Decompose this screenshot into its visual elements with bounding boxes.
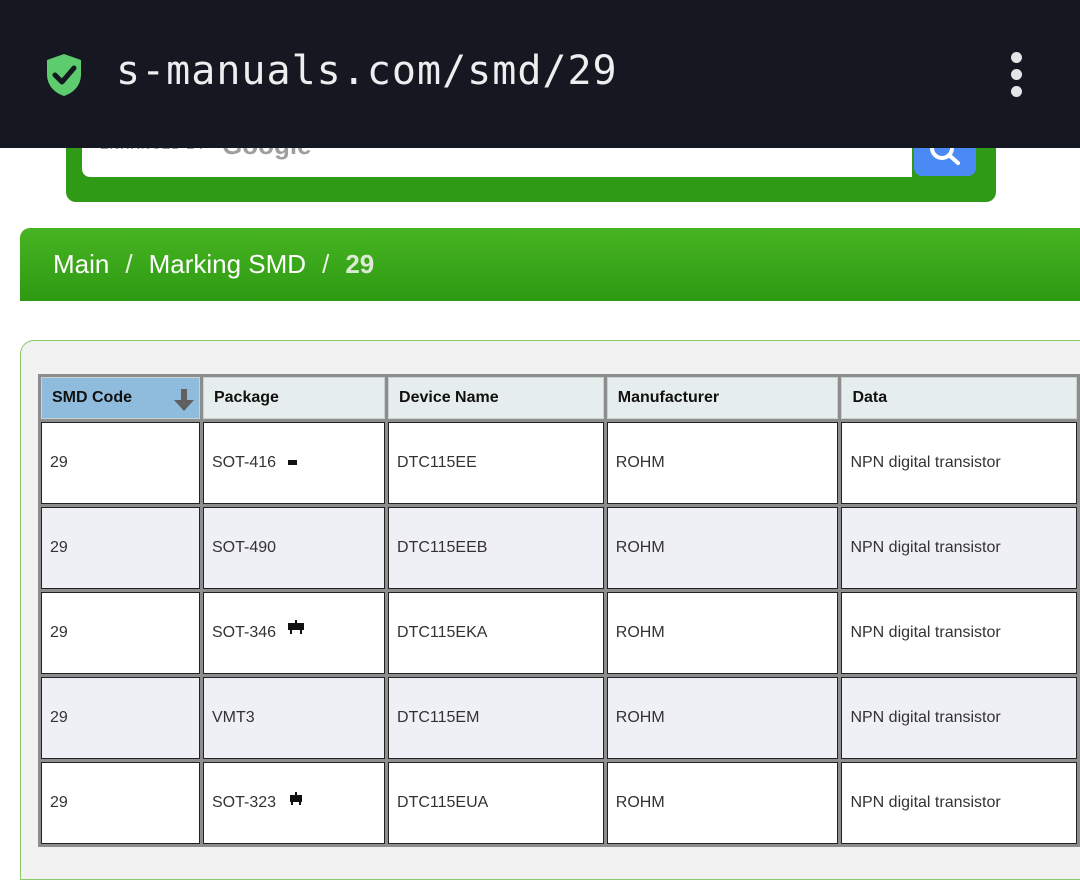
browser-toolbar: s-manuals.com/smd/29 bbox=[0, 0, 1080, 148]
cell-smd-code: 29 bbox=[41, 677, 200, 759]
address-bar-url[interactable]: s-manuals.com/smd/29 bbox=[116, 48, 618, 94]
column-header-smd-code[interactable]: SMD Code bbox=[41, 377, 200, 419]
cell-device-name[interactable]: DTC115EE bbox=[388, 422, 604, 504]
cell-package[interactable]: SOT-416 bbox=[202, 422, 386, 504]
cell-manufacturer: ROHM bbox=[606, 762, 839, 844]
cell-device-name[interactable]: DTC115EKA bbox=[388, 592, 604, 674]
cell-package[interactable]: VMT3 bbox=[202, 677, 386, 759]
more-vertical-icon[interactable] bbox=[1005, 52, 1029, 100]
cell-data: NPN digital transistor bbox=[841, 592, 1077, 674]
smd-results-table: SMD Code Package Device Name Manufacture… bbox=[38, 374, 1080, 847]
cell-manufacturer: ROHM bbox=[606, 422, 839, 504]
shield-check-icon[interactable] bbox=[44, 52, 84, 98]
table-row[interactable]: 29 SOT-346 DTC115EKA ROHM NPN digital tr… bbox=[41, 592, 1077, 674]
breadcrumb-separator: / bbox=[322, 249, 330, 279]
cell-manufacturer: ROHM bbox=[606, 677, 839, 759]
cell-smd-code: 29 bbox=[41, 762, 200, 844]
cell-device-name[interactable]: DTC115EM bbox=[388, 677, 604, 759]
column-header-manufacturer[interactable]: Manufacturer bbox=[606, 377, 839, 419]
table-row[interactable]: 29 VMT3 DTC115EM ROHM NPN digital transi… bbox=[41, 677, 1077, 759]
cell-package[interactable]: SOT-490 bbox=[202, 507, 386, 589]
table-row[interactable]: 29 SOT-323 DTC115EUA ROHM NPN digital tr… bbox=[41, 762, 1077, 844]
cell-manufacturer: ROHM bbox=[606, 507, 839, 589]
breadcrumb: Main / Marking SMD / 29 bbox=[20, 228, 1080, 301]
cell-device-name[interactable]: DTC115EUA bbox=[388, 762, 604, 844]
table-row[interactable]: 29 SOT-416 DTC115EE ROHM NPN digital tra… bbox=[41, 422, 1077, 504]
cell-data: NPN digital transistor bbox=[841, 422, 1077, 504]
cell-data: NPN digital transistor bbox=[841, 507, 1077, 589]
package-sot-icon bbox=[288, 619, 305, 634]
table-header-row: SMD Code Package Device Name Manufacture… bbox=[41, 377, 1077, 419]
cell-device-name[interactable]: DTC115EEB bbox=[388, 507, 604, 589]
cell-package[interactable]: SOT-323 bbox=[202, 762, 386, 844]
breadcrumb-current: 29 bbox=[345, 249, 375, 279]
cell-manufacturer: ROHM bbox=[606, 592, 839, 674]
package-sot-icon bbox=[290, 791, 303, 805]
cell-smd-code: 29 bbox=[41, 507, 200, 589]
table-row[interactable]: 29 SOT-490 DTC115EEB ROHM NPN digital tr… bbox=[41, 507, 1077, 589]
cell-package[interactable]: SOT-346 bbox=[202, 592, 386, 674]
cell-smd-code: 29 bbox=[41, 422, 200, 504]
breadcrumb-separator: / bbox=[125, 249, 133, 279]
breadcrumb-marking-smd-link[interactable]: Marking SMD bbox=[149, 249, 306, 280]
package-sot-icon bbox=[288, 459, 298, 465]
column-header-package[interactable]: Package bbox=[202, 377, 386, 419]
cell-data: NPN digital transistor bbox=[841, 677, 1077, 759]
column-header-data[interactable]: Data bbox=[841, 377, 1077, 419]
column-header-device-name[interactable]: Device Name bbox=[388, 377, 604, 419]
breadcrumb-main-link[interactable]: Main bbox=[53, 249, 109, 280]
cell-smd-code: 29 bbox=[41, 592, 200, 674]
sort-arrow-down-icon[interactable] bbox=[173, 387, 195, 413]
cell-data: NPN digital transistor bbox=[841, 762, 1077, 844]
